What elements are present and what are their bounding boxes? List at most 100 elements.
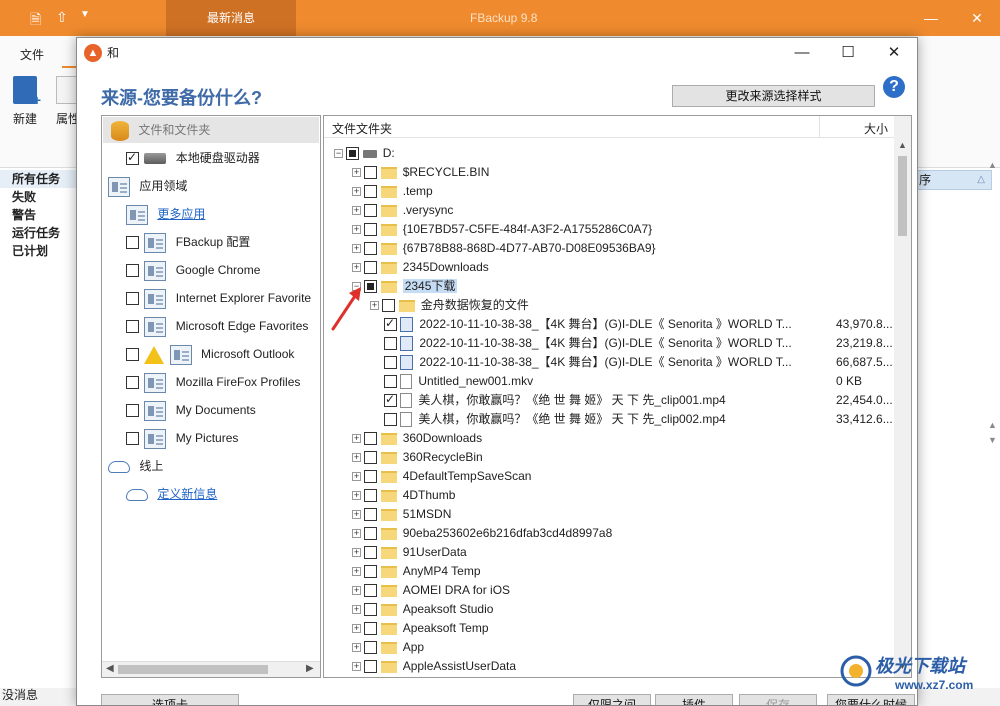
item-checkbox[interactable] <box>382 299 396 313</box>
app-minimize-button[interactable]: — <box>908 0 954 36</box>
folder-node[interactable]: + 51MSDN <box>352 505 451 524</box>
expand-toggle-icon[interactable]: + <box>352 187 361 197</box>
sidebar-item-scheduled[interactable]: 已计划 <box>0 242 76 260</box>
new-button[interactable]: + 新建 <box>5 76 45 127</box>
scroll-up-icon[interactable]: ▲ <box>898 140 907 150</box>
local-drives-item[interactable]: 本地硬盘驱动器 <box>126 145 260 171</box>
item-checkbox[interactable] <box>364 660 378 674</box>
item-checkbox[interactable] <box>364 489 378 503</box>
folder-node[interactable]: + 4DThumb <box>352 486 455 505</box>
item-checkbox[interactable] <box>364 280 378 294</box>
save-button[interactable]: 保存 <box>739 694 817 705</box>
app-item-fbackup-config[interactable]: FBackup 配置 <box>126 229 250 255</box>
item-checkbox[interactable] <box>364 451 378 465</box>
sidebar-item-all-tasks[interactable]: 所有任务 <box>0 170 76 188</box>
scroll-left-icon[interactable]: ◀ <box>106 663 114 674</box>
folder-node[interactable]: + App <box>352 638 424 657</box>
files-folders-item[interactable]: 文件和文件夹 <box>103 117 319 143</box>
item-checkbox[interactable] <box>384 375 397 389</box>
item-checkbox[interactable] <box>364 470 378 484</box>
item-checkbox[interactable] <box>364 508 378 522</box>
change-source-style-button[interactable]: 更改来源选择样式 <box>672 85 875 107</box>
item-checkbox[interactable] <box>384 413 397 427</box>
app-checkbox[interactable] <box>126 236 139 250</box>
options-tab-button[interactable]: 选项卡 <box>101 694 239 705</box>
subfolder-node[interactable]: + 金舟数据恢复的文件 <box>370 296 529 315</box>
expand-toggle-icon[interactable]: + <box>352 225 361 235</box>
plugins-button[interactable]: 插件 <box>655 694 733 705</box>
item-checkbox[interactable] <box>364 565 378 579</box>
app-item-firefox-profiles[interactable]: Mozilla FireFox Profiles <box>126 369 300 395</box>
expand-toggle-icon[interactable]: + <box>352 491 361 501</box>
folder-node[interactable]: + 360RecycleBin <box>352 448 483 467</box>
expand-toggle-icon[interactable]: + <box>352 434 361 444</box>
expand-toggle-icon[interactable]: + <box>352 643 361 653</box>
expand-toggle-icon[interactable]: + <box>352 510 361 520</box>
app-item-google-chrome[interactable]: Google Chrome <box>126 257 260 283</box>
expand-toggle-icon[interactable]: + <box>352 548 361 558</box>
column-separator[interactable] <box>819 116 820 138</box>
folder-node[interactable]: + .verysync <box>352 201 453 220</box>
drive-node[interactable]: − D: <box>334 144 395 163</box>
file-node[interactable]: 2022-10-11-10-38-38_【4K 舞台】(G)I-DLE《 Sen… <box>370 353 792 372</box>
expand-toggle-icon[interactable]: + <box>352 586 361 596</box>
file-node[interactable]: 美人棋，你敢赢吗？《绝 世 舞 姬》 天 下 先_clip001.mp4 <box>370 391 726 410</box>
item-checkbox[interactable] <box>364 584 378 598</box>
scroll-thumb[interactable] <box>118 665 268 674</box>
item-checkbox[interactable] <box>364 204 378 218</box>
app-checkbox[interactable] <box>126 432 139 446</box>
expand-toggle-icon[interactable]: + <box>370 301 379 311</box>
up-arrow-icon[interactable]: ⇧ <box>56 9 68 26</box>
define-new-link[interactable]: 定义新信息 <box>157 487 217 501</box>
app-checkbox[interactable] <box>126 292 139 306</box>
news-tab[interactable]: 最新消息 <box>166 0 296 36</box>
expand-toggle-icon[interactable]: − <box>334 149 343 159</box>
dialog-maximize-button[interactable]: ☐ <box>825 38 871 68</box>
folder-node[interactable]: + AutoSaveScan <box>352 676 482 677</box>
dialog-close-button[interactable]: ✕ <box>871 38 917 68</box>
sidebar-item-failed[interactable]: 失败 <box>0 188 76 206</box>
app-close-button[interactable]: ✕ <box>954 0 1000 36</box>
folder-node[interactable]: + AnyMP4 Temp <box>352 562 481 581</box>
limit-between-button[interactable]: 仅限之间 <box>573 694 651 705</box>
item-checkbox[interactable] <box>364 603 378 617</box>
folder-node[interactable]: + Apeaksoft Temp <box>352 619 489 638</box>
folder-node[interactable]: + $RECYCLE.BIN <box>352 163 489 182</box>
item-checkbox[interactable] <box>384 337 397 351</box>
file-node[interactable]: Untitled_new001.mkv <box>370 372 533 391</box>
item-checkbox[interactable] <box>364 261 378 275</box>
scroll-thumb[interactable] <box>898 156 907 236</box>
online-item[interactable]: 线上 <box>108 453 163 479</box>
folder-node[interactable]: + AOMEI DRA for iOS <box>352 581 510 600</box>
folder-node[interactable]: + 4DefaultTempSaveScan <box>352 467 531 486</box>
local-drives-checkbox[interactable] <box>126 152 139 166</box>
folder-node[interactable]: + Apeaksoft Studio <box>352 600 493 619</box>
item-checkbox[interactable] <box>364 546 378 560</box>
app-checkbox[interactable] <box>126 320 139 334</box>
item-checkbox[interactable] <box>364 185 378 199</box>
folder-node[interactable]: + 360Downloads <box>352 429 482 448</box>
file-node[interactable]: 2022-10-11-10-38-38_【4K 舞台】(G)I-DLE《 Sen… <box>370 315 792 334</box>
app-checkbox[interactable] <box>126 348 139 362</box>
app-item-my-pictures[interactable]: My Pictures <box>126 425 238 451</box>
tree-vertical-scrollbar[interactable]: ▲ ▼ <box>894 116 911 677</box>
expand-toggle-icon[interactable]: + <box>352 453 361 463</box>
column-header-name[interactable]: 文件文件夹 <box>332 120 392 137</box>
column-header-size[interactable]: 大小 <box>864 120 888 137</box>
app-checkbox[interactable] <box>126 404 139 418</box>
app-item-outlook[interactable]: Microsoft Outlook <box>126 341 294 367</box>
folder-node[interactable]: + {10E7BD57-C5FE-484f-A3F2-A1755286C0A7} <box>352 220 652 239</box>
item-checkbox[interactable] <box>364 242 378 256</box>
column-header-order[interactable]: 序 △ <box>916 170 992 190</box>
expand-toggle-icon[interactable]: + <box>352 567 361 577</box>
folder-node[interactable]: + 2345Downloads <box>352 258 489 277</box>
help-icon[interactable]: ? <box>883 76 905 98</box>
expand-toggle-icon[interactable]: + <box>352 529 361 539</box>
item-checkbox[interactable] <box>364 527 378 541</box>
folder-node-selected[interactable]: − 2345下载 <box>352 277 458 296</box>
folder-node[interactable]: + 91UserData <box>352 543 467 562</box>
app-checkbox[interactable] <box>126 264 139 278</box>
item-checkbox[interactable] <box>384 394 397 408</box>
expand-toggle-icon[interactable]: + <box>352 605 361 615</box>
file-node[interactable]: 2022-10-11-10-38-38_【4K 舞台】(G)I-DLE《 Sen… <box>370 334 792 353</box>
